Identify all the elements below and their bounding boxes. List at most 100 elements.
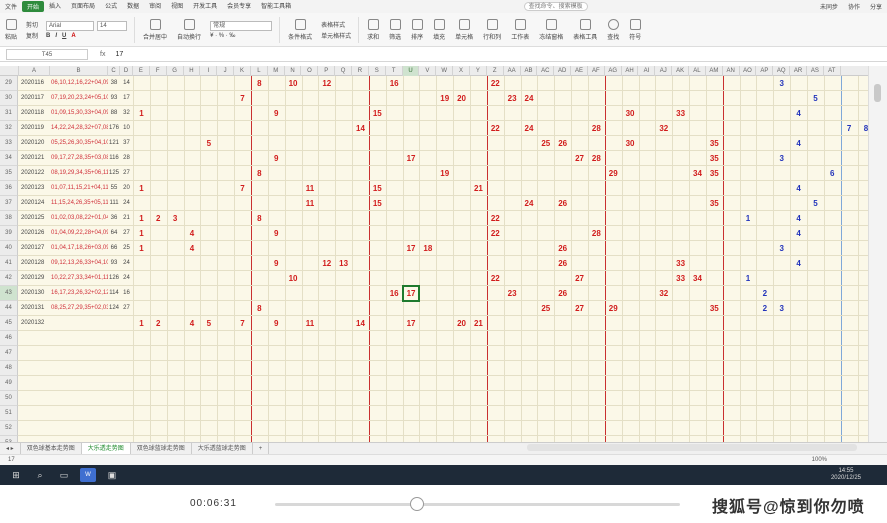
blue-ball-number[interactable]: 5 [807,91,824,106]
blue-ball-number[interactable]: 5 [807,196,824,211]
red-ball-number[interactable]: 28 [588,226,605,241]
span-cell[interactable] [120,391,133,406]
row-header[interactable]: 44 [0,301,18,316]
red-ball-number[interactable]: 16 [386,286,403,301]
row-header[interactable]: 48 [0,361,18,376]
red-ball-number[interactable]: 32 [655,286,672,301]
draw-numbers-cell[interactable]: 10,22,27,33,34+01,11 [50,271,108,286]
vertical-scrollbar[interactable] [868,66,887,442]
red-ball-number[interactable]: 1 [133,316,150,331]
red-ball-number[interactable]: 22 [487,121,504,136]
blue-ball-number[interactable]: 4 [790,136,807,151]
sheet-tab[interactable]: 双色球基本走势图 [21,442,82,455]
red-ball-number[interactable]: 16 [386,76,403,91]
sum-cell[interactable]: 64 [108,226,120,241]
red-ball-number[interactable]: 9 [268,256,285,271]
red-ball-number[interactable]: 26 [554,286,571,301]
red-ball-number[interactable]: 10 [285,76,302,91]
cell-button[interactable]: 单元格 [455,18,473,41]
blue-ball-number[interactable]: 2 [756,301,773,316]
column-header[interactable]: F [150,66,167,76]
issue-cell[interactable] [19,346,49,361]
draw-numbers-cell[interactable] [50,346,108,361]
issue-cell[interactable] [19,331,49,346]
red-ball-number[interactable]: 34 [689,271,706,286]
column-header[interactable]: AG [605,66,622,76]
column-header[interactable]: AQ [773,66,791,76]
red-ball-number[interactable]: 20 [453,91,470,106]
red-ball-number[interactable]: 32 [655,121,672,136]
freeze-button[interactable]: 冻结窗格 [539,18,563,41]
issue-cell[interactable]: 2020132 [19,316,49,331]
red-ball-number[interactable]: 9 [268,316,285,331]
red-ball-number[interactable]: 15 [369,106,386,121]
wrap-button[interactable]: 自动换行 [177,18,201,41]
issue-cell[interactable]: 2020123 [19,181,49,196]
red-ball-number[interactable]: 22 [487,76,504,91]
file-menu[interactable]: 文件 [0,2,22,11]
row-header[interactable]: 33 [0,136,18,151]
red-ball-number[interactable]: 5 [200,136,217,151]
red-ball-number[interactable]: 11 [302,196,319,211]
column-header[interactable]: P [318,66,336,76]
fill-button[interactable]: 填充 [433,18,445,41]
sum-cell[interactable]: 111 [108,196,120,211]
column-header[interactable]: G [167,66,184,76]
row-header[interactable]: 41 [0,256,18,271]
column-header[interactable]: AO [740,66,757,76]
issue-cell[interactable]: 2020118 [19,106,49,121]
cell-style-button[interactable]: 单元格样式 [321,31,351,40]
span-cell[interactable]: 20 [120,181,133,196]
blue-ball-number[interactable]: 7 [841,121,858,136]
column-header[interactable]: H [184,66,201,76]
red-ball-number[interactable]: 21 [470,316,487,331]
menu-tab[interactable]: 数据 [122,1,144,12]
span-cell[interactable]: 24 [120,196,133,211]
menu-tab[interactable]: 页面布局 [66,1,100,12]
tab-nav-arrows[interactable]: ◂ ▸ [0,442,21,455]
sum-cell[interactable] [108,376,120,391]
issue-cell[interactable] [19,391,49,406]
draw-numbers-cell[interactable]: 08,25,27,29,35+02,03 [50,301,108,316]
sum-cell[interactable] [108,421,120,436]
column-header[interactable]: W [436,66,454,76]
sheet-tab[interactable]: 大乐透蓝球走势图 [192,442,253,455]
red-ball-number[interactable]: 1 [133,211,150,226]
command-search-input[interactable]: 查找命令、搜索模板 [523,2,588,11]
red-ball-number[interactable]: 8 [251,166,268,181]
issue-cell[interactable]: 2020122 [19,166,49,181]
issue-cell[interactable]: 2020129 [19,271,49,286]
red-ball-number[interactable]: 15 [369,196,386,211]
red-ball-number[interactable]: 19 [436,91,453,106]
red-ball-number[interactable]: 7 [234,316,251,331]
red-ball-number[interactable]: 15 [369,181,386,196]
red-ball-number[interactable]: 18 [419,241,436,256]
column-header[interactable]: AN [723,66,740,76]
sum-cell[interactable]: 116 [108,151,120,166]
sum-cell[interactable]: 36 [108,211,120,226]
underline-button[interactable]: U [62,33,66,39]
select-all-corner[interactable] [0,66,19,76]
blue-ball-number[interactable]: 1 [740,211,757,226]
span-cell[interactable] [120,346,133,361]
column-header[interactable]: U [402,66,420,76]
red-ball-number[interactable]: 9 [268,106,285,121]
blue-ball-number[interactable]: 2 [756,286,773,301]
column-header[interactable]: AR [790,66,807,76]
draw-numbers-cell[interactable]: 07,19,20,23,24+05,10 [50,91,108,106]
bold-button[interactable]: B [46,33,50,39]
issue-cell[interactable]: 2020124 [19,196,49,211]
issue-cell[interactable]: 2020126 [19,226,49,241]
horizontal-scrollbar[interactable] [527,444,857,451]
menu-tab[interactable]: 插入 [44,1,66,12]
red-ball-number[interactable]: 35 [706,301,723,316]
sum-cell[interactable]: 125 [108,166,120,181]
span-cell[interactable] [120,361,133,376]
red-ball-number[interactable]: 24 [521,196,538,211]
app-icon[interactable]: ▣ [104,468,120,482]
draw-numbers-cell[interactable] [50,391,108,406]
sum-cell[interactable]: 176 [108,121,120,136]
red-ball-number[interactable]: 26 [554,136,571,151]
issue-cell[interactable] [19,376,49,391]
red-ball-number[interactable]: 1 [133,241,150,256]
